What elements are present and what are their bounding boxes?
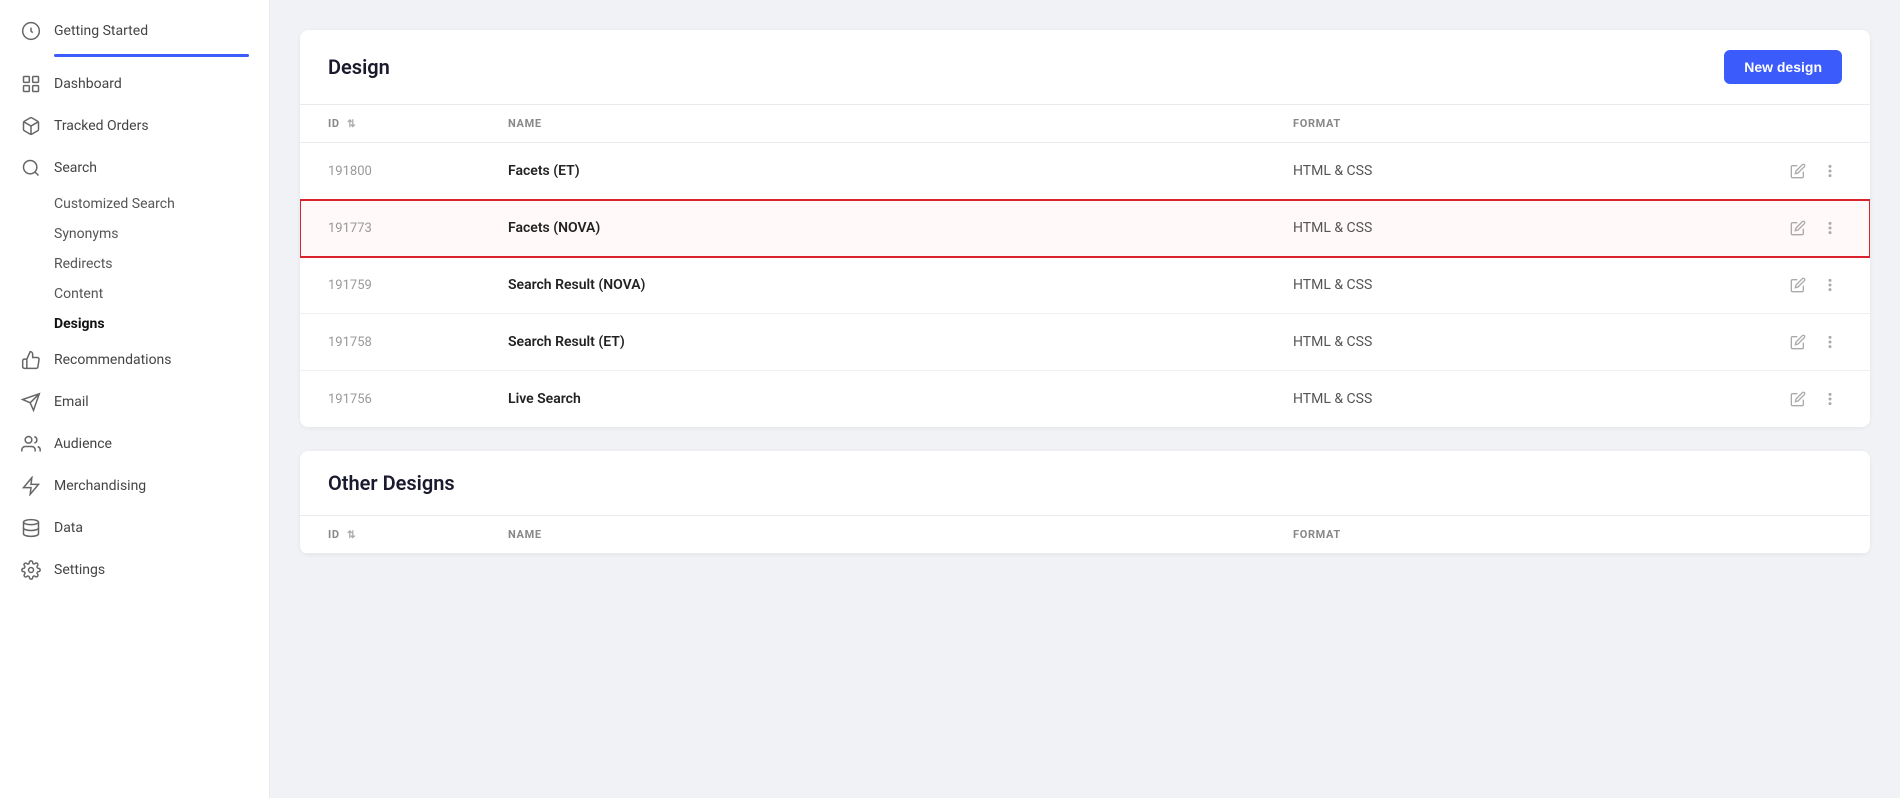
design-table: ID ⇅ NAME FORMAT 191800 Facets (ET) HTML [300, 105, 1870, 427]
sidebar-item-recommendations[interactable]: Recommendations [0, 339, 269, 381]
more-button[interactable] [1818, 330, 1842, 354]
col-header-actions [1758, 105, 1870, 143]
sidebar-item-merchandising[interactable]: Merchandising [0, 465, 269, 507]
more-button[interactable] [1818, 273, 1842, 297]
cell-actions [1758, 200, 1870, 257]
sidebar-label-merchandising: Merchandising [54, 478, 146, 494]
sidebar-label-getting-started: Getting Started [54, 23, 148, 39]
table-row: 191759 Search Result (NOVA) HTML & CSS [300, 257, 1870, 314]
design-card-title: Design [328, 55, 390, 79]
search-icon [20, 157, 42, 179]
more-button[interactable] [1818, 159, 1842, 183]
edit-button[interactable] [1786, 216, 1810, 240]
main-content: Design New design ID ⇅ NAME FORMAT [270, 0, 1900, 798]
cell-format: HTML & CSS [1265, 371, 1758, 428]
table-row: 191800 Facets (ET) HTML & CSS [300, 143, 1870, 200]
sidebar-sub-item-customized-search[interactable]: Customized Search [0, 189, 269, 219]
sort-id-icon[interactable]: ⇅ [347, 119, 356, 130]
sidebar-sub-item-redirects[interactable]: Redirects [0, 249, 269, 279]
cell-name: Search Result (ET) [480, 314, 1265, 371]
other-col-header-name: NAME [480, 516, 1265, 554]
sidebar-label-settings: Settings [54, 562, 105, 578]
edit-button[interactable] [1786, 387, 1810, 411]
other-sort-id-icon[interactable]: ⇅ [347, 530, 356, 541]
email-icon [20, 391, 42, 413]
sidebar-item-email[interactable]: Email [0, 381, 269, 423]
sidebar-item-audience[interactable]: Audience [0, 423, 269, 465]
cell-actions [1758, 314, 1870, 371]
col-header-format: FORMAT [1265, 105, 1758, 143]
more-button[interactable] [1818, 387, 1842, 411]
cell-id: 191759 [300, 257, 480, 314]
cell-format: HTML & CSS [1265, 257, 1758, 314]
rocket-icon [20, 20, 42, 42]
other-col-header-format: FORMAT [1265, 516, 1790, 554]
design-card: Design New design ID ⇅ NAME FORMAT [300, 30, 1870, 427]
table-row: 191758 Search Result (ET) HTML & CSS [300, 314, 1870, 371]
cell-id: 191756 [300, 371, 480, 428]
sidebar-label-search: Search [54, 160, 97, 176]
cell-id: 191773 [300, 200, 480, 257]
cell-actions [1758, 371, 1870, 428]
other-designs-card-title: Other Designs [328, 471, 1842, 495]
other-col-header-id: ID ⇅ [300, 516, 480, 554]
dashboard-icon [20, 73, 42, 95]
cell-format: HTML & CSS [1265, 143, 1758, 200]
thumb-icon [20, 349, 42, 371]
cell-actions [1758, 257, 1870, 314]
new-design-button[interactable]: New design [1724, 50, 1842, 84]
more-button[interactable] [1818, 216, 1842, 240]
cell-name: Live Search [480, 371, 1265, 428]
sidebar-item-data[interactable]: Data [0, 507, 269, 549]
sidebar-item-tracked-orders[interactable]: Tracked Orders [0, 105, 269, 147]
design-table-body: 191800 Facets (ET) HTML & CSS [300, 143, 1870, 428]
sidebar: Getting Started Dashboard Tracked Orders [0, 0, 270, 798]
design-table-header: ID ⇅ NAME FORMAT [300, 105, 1870, 143]
sidebar-label-data: Data [54, 520, 83, 536]
cell-id: 191800 [300, 143, 480, 200]
sidebar-item-settings[interactable]: Settings [0, 549, 269, 591]
other-col-header-actions [1790, 516, 1870, 554]
table-row: 191756 Live Search HTML & CSS [300, 371, 1870, 428]
cell-name: Search Result (NOVA) [480, 257, 1265, 314]
sidebar-sub-item-synonyms[interactable]: Synonyms [0, 219, 269, 249]
edit-button[interactable] [1786, 330, 1810, 354]
cell-name: Facets (ET) [480, 143, 1265, 200]
cell-format: HTML & CSS [1265, 200, 1758, 257]
settings-icon [20, 559, 42, 581]
sidebar-label-recommendations: Recommendations [54, 352, 172, 368]
other-designs-table-header: ID ⇅ NAME FORMAT [300, 516, 1870, 554]
sidebar-label-dashboard: Dashboard [54, 76, 122, 92]
edit-button[interactable] [1786, 273, 1810, 297]
design-card-header: Design New design [300, 30, 1870, 105]
cell-format: HTML & CSS [1265, 314, 1758, 371]
sidebar-item-getting-started[interactable]: Getting Started [0, 10, 269, 52]
col-header-id: ID ⇅ [300, 105, 480, 143]
getting-started-progress [54, 54, 249, 57]
audience-icon [20, 433, 42, 455]
sidebar-sub-item-content[interactable]: Content [0, 279, 269, 309]
other-designs-card: Other Designs ID ⇅ NAME FORMAT [300, 451, 1870, 554]
box-icon [20, 115, 42, 137]
tag-icon [20, 475, 42, 497]
sidebar-label-email: Email [54, 394, 89, 410]
table-row: 191773 Facets (NOVA) HTML & CSS [300, 200, 1870, 257]
cell-id: 191758 [300, 314, 480, 371]
sidebar-label-tracked-orders: Tracked Orders [54, 118, 149, 134]
sidebar-item-search[interactable]: Search [0, 147, 269, 189]
sidebar-label-audience: Audience [54, 436, 112, 452]
other-designs-table: ID ⇅ NAME FORMAT [300, 516, 1870, 554]
data-icon [20, 517, 42, 539]
col-header-name: NAME [480, 105, 1265, 143]
cell-name: Facets (NOVA) [480, 200, 1265, 257]
sidebar-sub-item-designs[interactable]: Designs [0, 309, 269, 339]
other-designs-card-header: Other Designs [300, 451, 1870, 516]
cell-actions [1758, 143, 1870, 200]
edit-button[interactable] [1786, 159, 1810, 183]
sidebar-item-dashboard[interactable]: Dashboard [0, 63, 269, 105]
